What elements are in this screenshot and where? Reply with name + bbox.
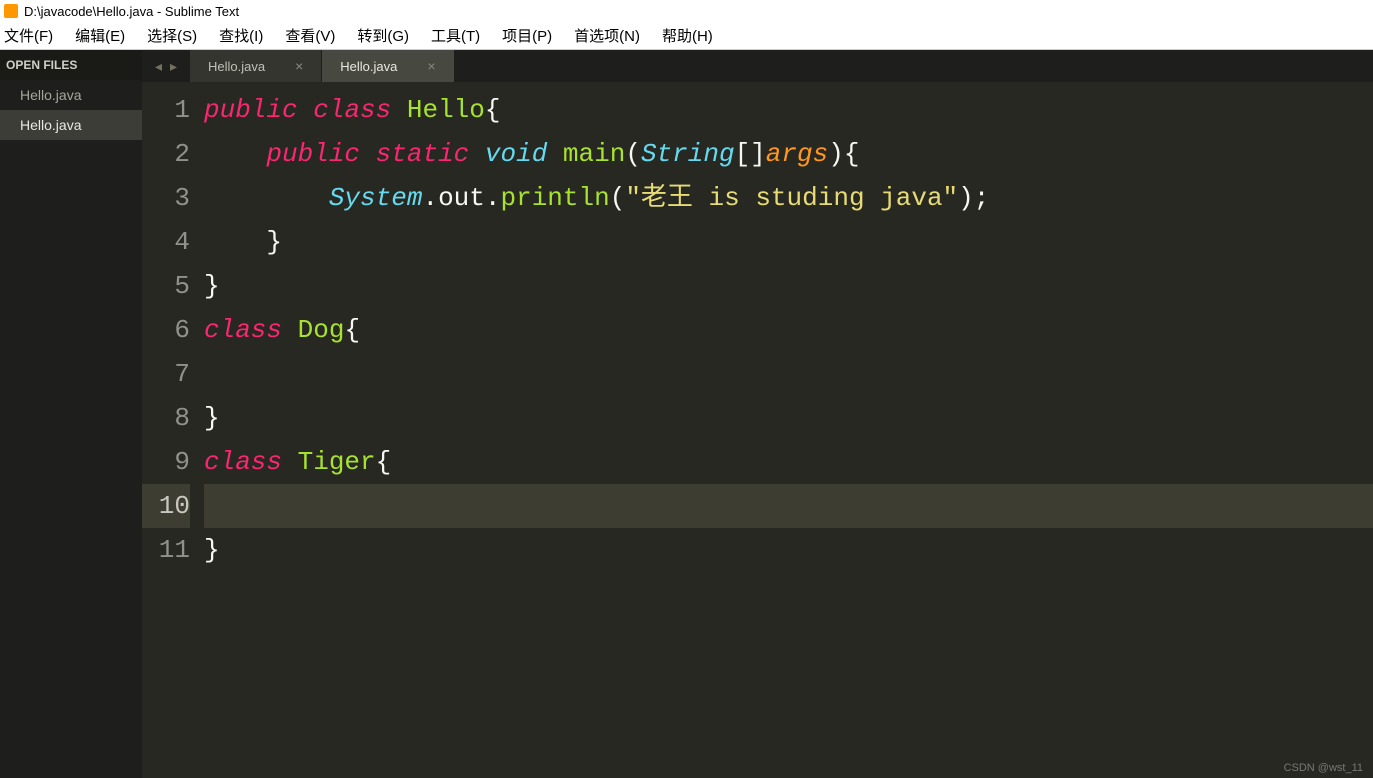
tab[interactable]: Hello.java × (322, 50, 454, 82)
chevron-left-icon[interactable]: ◂ (155, 58, 162, 75)
code-line[interactable]: } (204, 264, 1373, 308)
menu-item[interactable]: 编辑(E) (75, 25, 125, 46)
line-number: 5 (142, 264, 190, 308)
title-bar: D:\javacode\Hello.java - Sublime Text (0, 0, 1373, 22)
line-number: 9 (142, 440, 190, 484)
close-icon[interactable]: × (427, 58, 435, 74)
code-line[interactable] (204, 484, 1373, 528)
tab[interactable]: Hello.java × (190, 50, 322, 82)
sidebar-header: OPEN FILES (0, 50, 142, 80)
code-line[interactable]: public class Hello{ (204, 88, 1373, 132)
close-icon[interactable]: × (295, 58, 303, 74)
menu-item[interactable]: 文件(F) (4, 25, 53, 46)
code-line[interactable]: public static void main(String[]args){ (204, 132, 1373, 176)
code-editor[interactable]: 1234567891011 public class Hello{ public… (142, 82, 1373, 778)
chevron-right-icon[interactable]: ▸ (170, 58, 177, 75)
menu-item[interactable]: 转到(G) (357, 25, 409, 46)
code-line[interactable]: class Dog{ (204, 308, 1373, 352)
line-gutter: 1234567891011 (142, 82, 204, 778)
sidebar: OPEN FILES Hello.javaHello.java (0, 50, 142, 778)
tab-bar: ◂ ▸ Hello.java × Hello.java × (142, 50, 1373, 82)
menu-item[interactable]: 查看(V) (285, 25, 335, 46)
code-content[interactable]: public class Hello{ public static void m… (204, 82, 1373, 778)
line-number: 10 (142, 484, 190, 528)
code-line[interactable]: } (204, 528, 1373, 572)
tab-nav-arrows[interactable]: ◂ ▸ (142, 50, 190, 82)
line-number: 4 (142, 220, 190, 264)
line-number: 1 (142, 88, 190, 132)
tab-label: Hello.java (208, 59, 265, 74)
code-line[interactable]: } (204, 220, 1373, 264)
menu-item[interactable]: 首选项(N) (574, 25, 640, 46)
line-number: 8 (142, 396, 190, 440)
menu-item[interactable]: 查找(I) (219, 25, 263, 46)
code-line[interactable]: class Tiger{ (204, 440, 1373, 484)
line-number: 11 (142, 528, 190, 572)
code-line[interactable]: } (204, 396, 1373, 440)
line-number: 7 (142, 352, 190, 396)
window-title: D:\javacode\Hello.java - Sublime Text (24, 4, 239, 19)
line-number: 3 (142, 176, 190, 220)
code-line[interactable]: System.out.println("老王 is studing java")… (204, 176, 1373, 220)
editor-area: ◂ ▸ Hello.java × Hello.java × 1234567891011… (142, 50, 1373, 778)
sidebar-item[interactable]: Hello.java (0, 80, 142, 110)
menu-item[interactable]: 项目(P) (502, 25, 552, 46)
main-area: OPEN FILES Hello.javaHello.java ◂ ▸ Hell… (0, 50, 1373, 778)
menu-item[interactable]: 帮助(H) (662, 25, 713, 46)
app-logo-icon (4, 4, 18, 18)
line-number: 2 (142, 132, 190, 176)
tab-label: Hello.java (340, 59, 397, 74)
watermark: CSDN @wst_11 (1284, 762, 1363, 774)
menu-item[interactable]: 选择(S) (147, 25, 197, 46)
code-line[interactable] (204, 352, 1373, 396)
menu-item[interactable]: 工具(T) (431, 25, 480, 46)
line-number: 6 (142, 308, 190, 352)
menu-bar: 文件(F) 编辑(E) 选择(S) 查找(I) 查看(V) 转到(G) 工具(T) 项目(P)… (0, 22, 1373, 50)
sidebar-item[interactable]: Hello.java (0, 110, 142, 140)
